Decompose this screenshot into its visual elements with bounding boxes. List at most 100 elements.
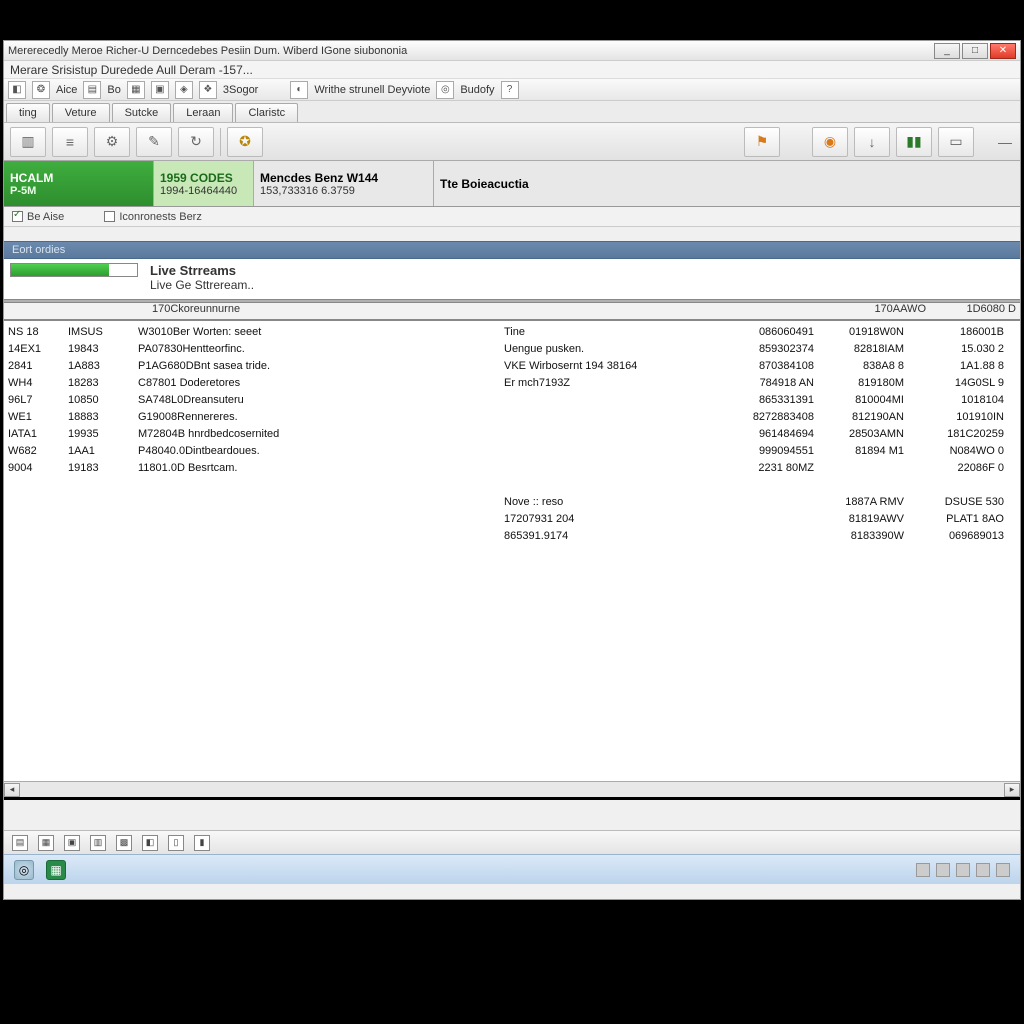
footer-icon[interactable]: ▤ (12, 835, 28, 851)
cell: 82818IAM (824, 343, 914, 355)
close-button[interactable]: ✕ (990, 43, 1016, 59)
big-tool-icon[interactable]: ≡ (52, 127, 88, 157)
cell: 1018104 (914, 394, 1004, 406)
tool-icon[interactable]: ◐ (290, 81, 308, 99)
tab-claristc[interactable]: Claristc (235, 103, 298, 122)
checkbox-icon[interactable] (12, 211, 23, 222)
table-row[interactable]: 28411A883P1AG680DBnt sasea tride. (8, 357, 498, 374)
hdr-r3: 1D6080 D (926, 303, 1016, 319)
big-tool-icon[interactable]: ▥ (10, 127, 46, 157)
maximize-button[interactable]: □ (962, 43, 988, 59)
table-row[interactable]: 14EX119843PA07830Hentteorfinc. (8, 340, 498, 357)
livestreams-sub: Live Ge Sttreream.. (150, 278, 254, 292)
cell: 9004 (8, 462, 68, 474)
table-row[interactable]: 2231 80MZ22086F 0 (504, 459, 1014, 476)
table-row[interactable]: WH418283C87801 Doderetores (8, 374, 498, 391)
collapse-icon[interactable]: — (996, 135, 1014, 149)
minimize-button[interactable]: _ (934, 43, 960, 59)
big-tool-icon[interactable]: ⚙ (94, 127, 130, 157)
subinfo-right[interactable]: Iconronests Berz (104, 211, 202, 223)
table-row[interactable]: 865331391810004MI1018104 (504, 391, 1014, 408)
tray-icon[interactable] (956, 863, 970, 877)
tool-icon[interactable]: ◎ (436, 81, 454, 99)
cell: Er mch7193Z (504, 377, 714, 389)
scroll-left-button[interactable]: ◂ (4, 783, 20, 797)
toolbar-label[interactable]: 3Sogor (223, 84, 258, 96)
cell: 19843 (68, 343, 138, 355)
cell: 19935 (68, 428, 138, 440)
big-tool-icon[interactable]: ▭ (938, 127, 974, 157)
footer-icon[interactable]: ▥ (90, 835, 106, 851)
table-row[interactable]: 96148469428503AMN181C20259 (504, 425, 1014, 442)
table-row[interactable]: VKE Wirbosernt 194 38164870384108838A8 8… (504, 357, 1014, 374)
tab-sutcke[interactable]: Sutcke (112, 103, 172, 122)
taskbar[interactable]: ◎ ▦ (4, 854, 1020, 884)
table-row[interactable]: 90041918311801.0D Besrtcam. (8, 459, 498, 476)
tool-icon[interactable]: ▤ (83, 81, 101, 99)
table-row[interactable] (504, 476, 1014, 493)
cell: 186001B (914, 326, 1004, 338)
tool-icon[interactable]: ❖ (199, 81, 217, 99)
cell: P1AG680DBnt sasea tride. (138, 360, 498, 372)
big-tool-icon[interactable]: ⚑ (744, 127, 780, 157)
table-row[interactable]: Er mch7193Z784918 AN819180M14G0SL 9 (504, 374, 1014, 391)
taskbar-app-icon[interactable]: ◎ (14, 860, 34, 880)
taskbar-app-icon[interactable]: ▦ (46, 860, 66, 880)
cell: 14EX1 (8, 343, 68, 355)
big-tool-icon[interactable]: ✪ (227, 127, 263, 157)
table-row[interactable]: 96L710850SA748L0Dreansuteru (8, 391, 498, 408)
footer-icon[interactable]: ▦ (38, 835, 54, 851)
toolbar-label[interactable]: Aice (56, 84, 77, 96)
big-tool-icon[interactable]: ◉ (812, 127, 848, 157)
tray-icon[interactable] (996, 863, 1010, 877)
toolbar-label[interactable]: Budofy (460, 84, 494, 96)
tab-ting[interactable]: ting (6, 103, 50, 122)
table-row[interactable]: Uengue pusken.85930237482818IAM15.030 2 (504, 340, 1014, 357)
tool-icon[interactable]: ◈ (175, 81, 193, 99)
big-tool-icon[interactable]: ▮▮ (896, 127, 932, 157)
tray-icon[interactable] (916, 863, 930, 877)
table-row[interactable]: Tine08606049101918W0N186001B (504, 323, 1014, 340)
big-toolbar: ▥ ≡ ⚙ ✎ ↻ ✪ ⚑ ◉ ↓ ▮▮ ▭ — (4, 123, 1020, 161)
footer-icon[interactable]: ◧ (142, 835, 158, 851)
tray-icon[interactable] (976, 863, 990, 877)
cell: VKE Wirbosernt 194 38164 (504, 360, 714, 372)
info-hcalm: HCALM P-5M (4, 161, 154, 206)
table-row[interactable]: W6821AA1P48040.0Dintbeardoues. (8, 442, 498, 459)
subinfo-left[interactable]: Be Aise (12, 211, 64, 223)
titlebar[interactable]: Mererecedly Meroe Richer-U Derncedebes P… (4, 41, 1020, 61)
table-row[interactable]: 99909455181894 M1N084WO 0 (504, 442, 1014, 459)
tool-icon[interactable]: ? (501, 81, 519, 99)
table-row[interactable]: NS 18IMSUSW3010Ber Worten: seeet (8, 323, 498, 340)
tool-icon[interactable]: ◧ (8, 81, 26, 99)
table-row[interactable]: 865391.91748183390W069689013 (504, 527, 1014, 544)
checkbox-icon[interactable] (104, 211, 115, 222)
scrollbar-horizontal[interactable]: ◂ ▸ (4, 781, 1020, 797)
cell: 859302374 (714, 343, 824, 355)
tray-icon[interactable] (936, 863, 950, 877)
toolbar-label[interactable]: Bo (107, 84, 120, 96)
cell: 22086F 0 (914, 462, 1004, 474)
footer-icon[interactable]: ▩ (116, 835, 132, 851)
table-row[interactable]: 17207931 20481819AWVPLAT1 8AO (504, 510, 1014, 527)
table-row[interactable]: Nove :: reso1887A RMVDSUSE 530 (504, 493, 1014, 510)
cell: 838A8 8 (824, 360, 914, 372)
footer-icon[interactable]: ▣ (64, 835, 80, 851)
footer-icon[interactable]: ▯ (168, 835, 184, 851)
big-tool-icon[interactable]: ↻ (178, 127, 214, 157)
tool-icon[interactable]: ▦ (127, 81, 145, 99)
table-row[interactable]: 8272883408812190AN101910IN (504, 408, 1014, 425)
scroll-right-button[interactable]: ▸ (1004, 783, 1020, 797)
tab-leraan[interactable]: Leraan (173, 103, 233, 122)
cell: 18283 (68, 377, 138, 389)
table-row[interactable]: IATA119935M72804B hnrdbedcosernited (8, 425, 498, 442)
tool-icon[interactable]: ❂ (32, 81, 50, 99)
big-tool-icon[interactable]: ✎ (136, 127, 172, 157)
tool-icon[interactable]: ▣ (151, 81, 169, 99)
tab-veture[interactable]: Veture (52, 103, 110, 122)
big-tool-icon[interactable]: ↓ (854, 127, 890, 157)
table-row[interactable]: WE118883G19008Rennereres. (8, 408, 498, 425)
footer-icon[interactable]: ▮ (194, 835, 210, 851)
toolbar-label[interactable]: Writhe strunell Deyviote (314, 84, 430, 96)
system-tray[interactable] (916, 863, 1010, 877)
